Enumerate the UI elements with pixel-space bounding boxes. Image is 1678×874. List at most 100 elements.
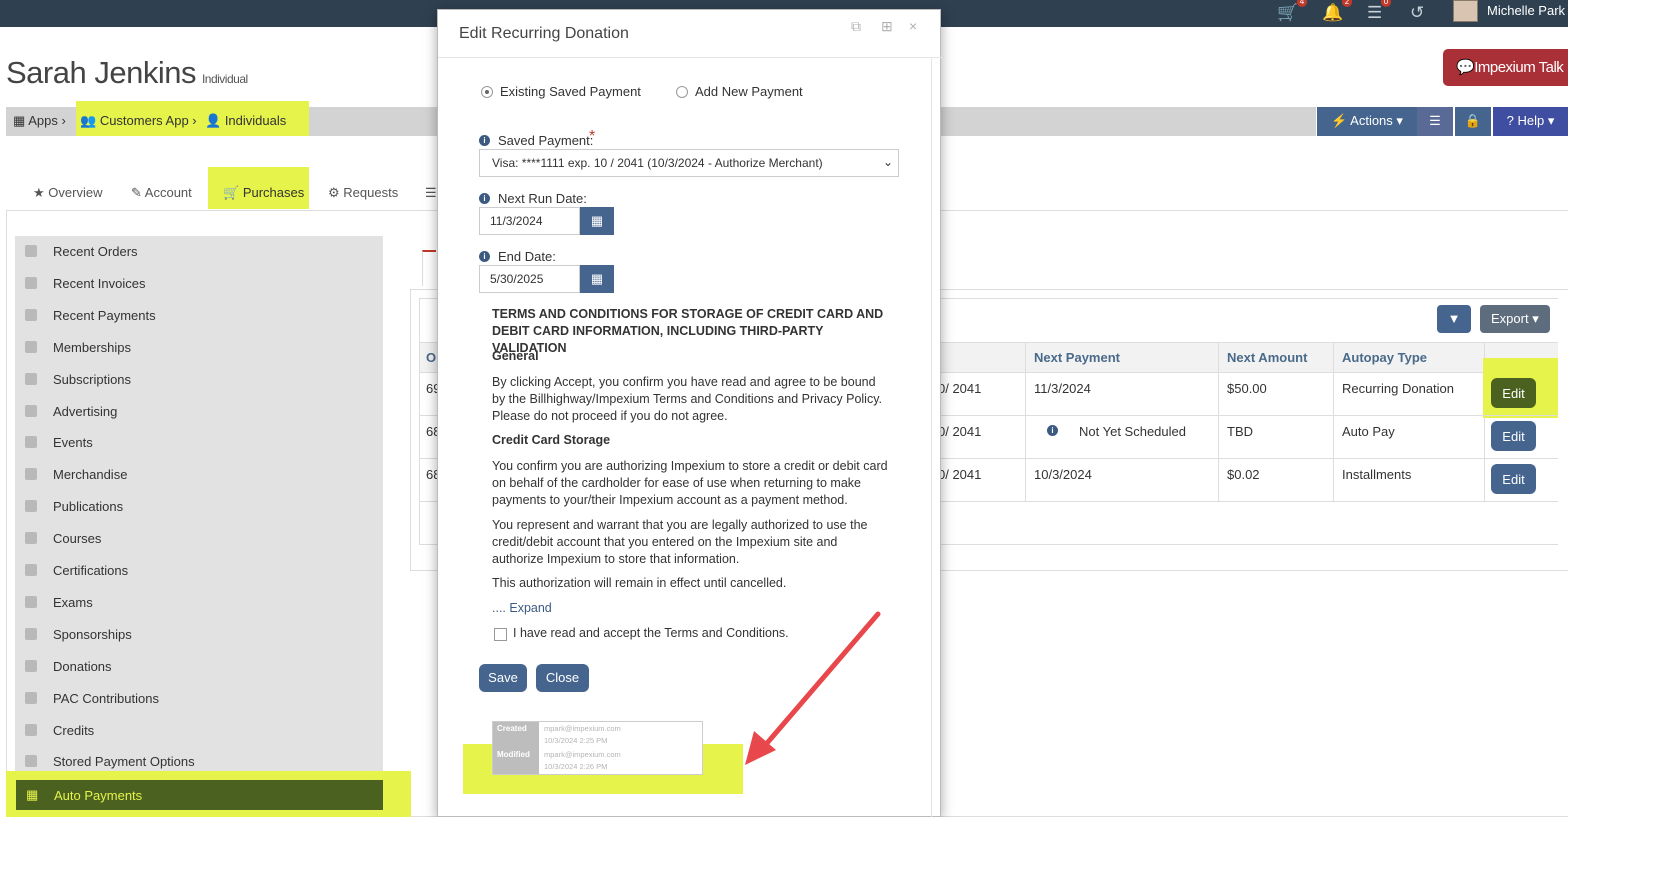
star-icon: ★ xyxy=(33,185,49,200)
radio-existing-payment[interactable] xyxy=(481,86,493,98)
avatar[interactable] xyxy=(1453,0,1478,22)
breadcrumb-customers[interactable]: 👥 Customers App › xyxy=(80,113,197,129)
sidebar-item-sponsorships[interactable]: Sponsorships xyxy=(15,619,383,651)
sidebar-item-label: Donations xyxy=(53,658,112,674)
cart-icon: 🛒 xyxy=(223,185,243,200)
sidebar-item-credits[interactable]: Credits xyxy=(15,715,383,747)
required-asterisk: * xyxy=(589,128,596,145)
tab-purchases[interactable]: 🛒 Purchases xyxy=(223,185,304,201)
terms-general-text: By clicking Accept, you confirm you have… xyxy=(492,375,882,423)
edit-button[interactable]: Edit xyxy=(1491,421,1536,451)
bolt-icon: ⚡ xyxy=(1331,113,1348,128)
tab-requests-label: Requests xyxy=(343,185,399,200)
history-icon[interactable]: ↺ xyxy=(1410,2,1424,24)
tab-overview[interactable]: ★ Overview xyxy=(33,185,102,201)
sidebar-item-memberships[interactable]: Memberships xyxy=(15,332,383,364)
end-date-calendar-button[interactable]: ▦ xyxy=(580,265,614,293)
breadcrumb-apps-label: Apps xyxy=(28,113,58,128)
tasks-badge: 0 xyxy=(1380,0,1392,7)
maximize-icon[interactable]: ⊞ xyxy=(881,18,893,35)
next-run-calendar-button[interactable]: ▦ xyxy=(580,207,614,235)
export-button[interactable]: Export ▾ xyxy=(1480,305,1550,333)
sidebar-item-recent-invoices[interactable]: Recent Invoices xyxy=(15,268,383,300)
sidebar-item-exams[interactable]: Exams xyxy=(15,587,383,619)
sidebar-item-subscriptions[interactable]: Subscriptions xyxy=(15,364,383,396)
expiry-cell: 0/ 2041 xyxy=(938,467,982,482)
next-amount-cell: $50.00 xyxy=(1227,381,1267,396)
sidebar-item-label: Events xyxy=(53,435,93,451)
sidebar-item-label: Advertising xyxy=(53,403,118,419)
sidebar-item-label: Sponsorships xyxy=(53,626,132,642)
edit-button[interactable]: Edit xyxy=(1491,464,1536,494)
popout-icon[interactable]: ⧉ xyxy=(851,18,861,35)
user-name[interactable]: Michelle Park xyxy=(1487,3,1565,18)
terms-authorization-text: This authorization will remain in effect… xyxy=(492,576,787,590)
cart-icon[interactable]: 🛒 4 xyxy=(1277,0,1308,24)
modal-divider xyxy=(438,57,942,58)
lock-button[interactable]: 🔒 xyxy=(1455,107,1491,136)
edit-button[interactable]: Edit xyxy=(1491,378,1536,408)
column-header-autopay-type[interactable]: Autopay Type xyxy=(1342,350,1427,365)
sidebar-item-icon xyxy=(25,276,37,289)
actions-dropdown[interactable]: ⚡ Actions ▾ xyxy=(1317,107,1417,136)
tab-more[interactable]: ☰ xyxy=(425,185,437,201)
export-label: Export xyxy=(1491,311,1529,326)
sidebar-item-icon xyxy=(25,500,37,513)
close-button[interactable]: Close xyxy=(536,664,589,692)
end-date-input[interactable]: 5/30/2025 xyxy=(479,265,580,293)
terms-storage-heading: Credit Card Storage xyxy=(492,433,611,447)
next-run-date-label: Next Run Date: xyxy=(498,191,587,206)
filter-button[interactable]: ▼ xyxy=(1437,305,1471,333)
sidebar-item-advertising[interactable]: Advertising xyxy=(15,396,383,428)
help-dropdown[interactable]: ? Help ▾ xyxy=(1493,107,1568,136)
sidebar-item-events[interactable]: Events xyxy=(15,427,383,459)
created-at: 10/3/2024 2:25 PM xyxy=(544,736,608,745)
tab-account[interactable]: ✎ Account xyxy=(131,185,192,201)
calendar-icon: ▦ xyxy=(590,213,604,228)
column-header-next-payment[interactable]: Next Payment xyxy=(1034,350,1120,365)
list-icon: ☰ xyxy=(425,185,437,200)
radio-new-payment[interactable] xyxy=(676,86,688,98)
impexium-talk-button[interactable]: 💬Impexium Talk xyxy=(1443,49,1568,86)
info-icon: i xyxy=(479,193,490,204)
sidebar-item-icon xyxy=(25,755,37,768)
save-button[interactable]: Save xyxy=(479,664,527,692)
sidebar-item-icon xyxy=(25,627,37,640)
sidebar-item-label: Recent Payments xyxy=(53,307,156,323)
sidebar-item-merchandise[interactable]: Merchandise xyxy=(15,459,383,491)
actions-label: Actions xyxy=(1350,113,1393,128)
tab-requests[interactable]: ⚙ Requests xyxy=(328,185,398,201)
talk-label: Impexium Talk xyxy=(1474,59,1564,76)
sidebar-item-recent-payments[interactable]: Recent Payments xyxy=(15,300,383,332)
expiry-cell: 0/ 2041 xyxy=(938,381,982,396)
expand-link[interactable]: .... Expand xyxy=(492,601,552,615)
users-icon: 👥 xyxy=(80,113,100,128)
sidebar-item-certifications[interactable]: Certifications xyxy=(15,555,383,587)
sidebar-item-label: Memberships xyxy=(53,339,132,355)
breadcrumb-apps[interactable]: ▦ Apps › xyxy=(13,113,66,129)
bell-icon[interactable]: 🔔 2 xyxy=(1322,0,1353,24)
close-icon[interactable]: × xyxy=(909,18,917,34)
tasks-icon[interactable]: ☰ 0 xyxy=(1367,0,1392,24)
breadcrumb-individuals[interactable]: 👤 Individuals xyxy=(205,113,286,129)
sidebar-item-publications[interactable]: Publications xyxy=(15,491,383,523)
saved-payment-select[interactable]: Visa: ****1111 exp. 10 / 2041 (10/3/2024… xyxy=(479,149,899,177)
sidebar-item-auto-payments[interactable]: ▦ Auto Payments xyxy=(16,780,383,810)
subtab xyxy=(422,250,436,286)
expiry-cell: 0/ 2041 xyxy=(938,424,982,439)
sidebar-item-donations[interactable]: Donations xyxy=(15,651,383,683)
breadcrumb-individuals-label: Individuals xyxy=(224,113,287,128)
next-run-date-input[interactable]: 11/3/2024 xyxy=(479,207,580,235)
sidebar-item-icon xyxy=(25,723,37,736)
list-button[interactable]: ☰ xyxy=(1417,107,1453,136)
radio-existing-label: Existing Saved Payment xyxy=(500,84,641,99)
sidebar-item-pac-contributions[interactable]: PAC Contributions xyxy=(15,683,383,715)
sidebar-item-courses[interactable]: Courses xyxy=(15,523,383,555)
next-payment-cell: Not Yet Scheduled xyxy=(1079,424,1186,439)
column-header-order[interactable]: O xyxy=(426,350,436,365)
accept-terms-checkbox[interactable] xyxy=(494,628,507,641)
column-header-next-amount[interactable]: Next Amount xyxy=(1227,350,1307,365)
tab-account-label: Account xyxy=(144,185,192,200)
saved-payment-label: Saved Payment: xyxy=(498,133,594,148)
sidebar-item-recent-orders[interactable]: Recent Orders xyxy=(15,236,383,268)
